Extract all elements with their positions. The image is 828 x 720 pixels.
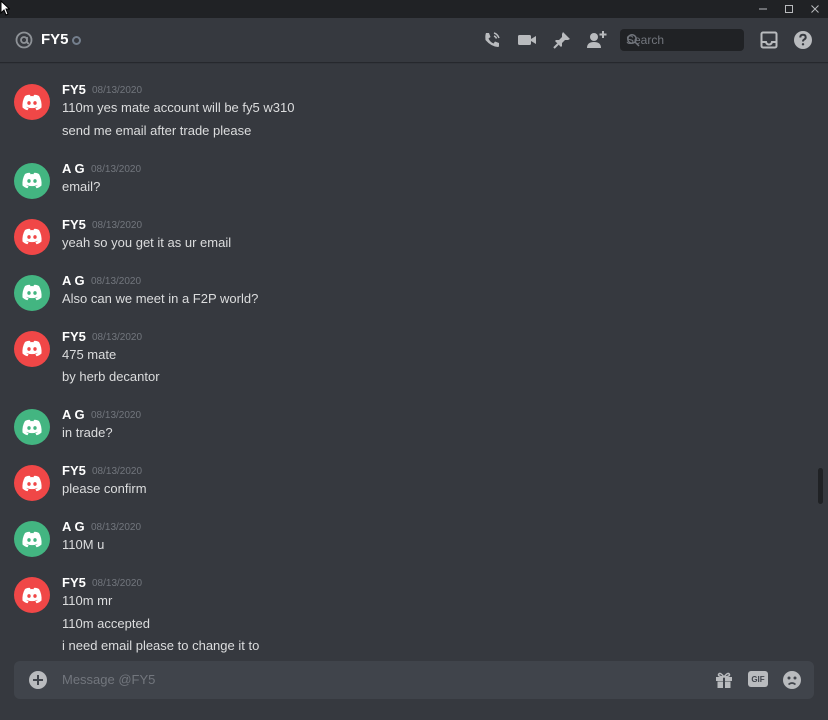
- inbox-icon[interactable]: [759, 30, 779, 55]
- message-timestamp: 08/13/2020: [91, 163, 142, 175]
- discord-logo-icon: [22, 340, 42, 357]
- message-author[interactable]: FY5: [62, 82, 86, 98]
- avatar[interactable]: [14, 409, 50, 445]
- search-input[interactable]: Search: [620, 29, 744, 51]
- video-icon[interactable]: [517, 30, 537, 55]
- add-friend-icon[interactable]: [586, 30, 608, 55]
- message-text: by herb decantor: [62, 369, 160, 384]
- message-text: yeah so you get it as ur email: [62, 234, 232, 250]
- channel-title: FY5: [41, 31, 69, 48]
- avatar[interactable]: [14, 162, 50, 199]
- message-author[interactable]: FY5: [62, 217, 86, 233]
- message-input[interactable]: Message @FY5: [62, 672, 155, 688]
- discord-logo-icon: [22, 284, 42, 301]
- message-composer[interactable]: Message @FY5 GIF: [14, 661, 814, 699]
- message-text: 475 mate: [62, 346, 117, 362]
- close-icon[interactable]: [802, 0, 828, 18]
- message-timestamp: 08/13/2020: [91, 410, 142, 421]
- add-attachment-icon[interactable]: [28, 670, 48, 695]
- message-text: email?: [62, 178, 101, 194]
- message-scrollbar-track: [816, 62, 824, 662]
- message-text: 110m mr: [62, 593, 113, 608]
- message-author[interactable]: FY5: [62, 463, 86, 479]
- message-timestamp: 08/13/2020: [92, 466, 143, 477]
- search-icon: [626, 33, 738, 50]
- avatar[interactable]: [14, 465, 50, 501]
- message-list: FY5 08/13/2020 110m yes mate account will …: [0, 62, 816, 662]
- help-icon[interactable]: [793, 30, 813, 55]
- avatar[interactable]: [14, 330, 50, 367]
- message-author[interactable]: FY5: [62, 329, 86, 345]
- discord-logo-icon: [22, 172, 42, 189]
- avatar[interactable]: [14, 577, 50, 613]
- window-controls: [750, 0, 828, 18]
- message-text: 110m accepted: [62, 615, 150, 631]
- maximize-icon[interactable]: [776, 0, 802, 18]
- message-author[interactable]: FY5: [62, 575, 86, 591]
- avatar[interactable]: [14, 84, 50, 120]
- message-text: send me email after trade please: [62, 122, 252, 138]
- message-author[interactable]: A G: [62, 407, 85, 423]
- message-text: i need email please to change it to: [62, 638, 260, 653]
- at-icon: [14, 30, 34, 55]
- channel-header: FY5 Search: [0, 18, 828, 62]
- status-offline-icon: [72, 36, 81, 45]
- message-author[interactable]: A G: [62, 519, 85, 535]
- mouse-cursor-icon: [0, 0, 11, 21]
- message-text: 110m yes mate account will be fy5 w310: [62, 100, 295, 115]
- call-icon[interactable]: [482, 30, 502, 55]
- message-author[interactable]: A G: [62, 161, 85, 177]
- avatar[interactable]: [14, 218, 50, 255]
- discord-logo-icon: [22, 531, 42, 547]
- message-timestamp: 08/13/2020: [92, 331, 143, 343]
- message-timestamp: 08/13/2020: [91, 522, 142, 533]
- avatar[interactable]: [14, 521, 50, 557]
- emoji-icon[interactable]: [782, 670, 802, 695]
- message-text: please confirm: [62, 481, 147, 496]
- message-timestamp: 08/13/2020: [92, 219, 143, 231]
- message-author[interactable]: A G: [62, 273, 85, 289]
- discord-logo-icon: [22, 94, 42, 110]
- discord-logo-icon: [22, 587, 42, 603]
- message-text: in trade?: [62, 425, 113, 440]
- message-timestamp: 08/13/2020: [91, 275, 142, 287]
- minimize-icon[interactable]: [750, 0, 776, 18]
- message-text: Also can we meet in a F2P world?: [62, 290, 259, 306]
- discord-logo-icon: [22, 228, 42, 245]
- discord-logo-icon: [22, 475, 42, 491]
- message-text: 110M u: [62, 537, 105, 552]
- message-scrollbar-thumb[interactable]: [818, 468, 823, 504]
- pin-icon[interactable]: [552, 30, 572, 55]
- message-timestamp: 08/13/2020: [92, 85, 143, 96]
- discord-logo-icon: [22, 419, 42, 435]
- message-timestamp: 08/13/2020: [92, 578, 143, 589]
- window-titlebar: [0, 0, 828, 18]
- gif-icon[interactable]: GIF: [748, 671, 768, 687]
- gift-icon[interactable]: [714, 670, 734, 695]
- avatar[interactable]: [14, 274, 50, 311]
